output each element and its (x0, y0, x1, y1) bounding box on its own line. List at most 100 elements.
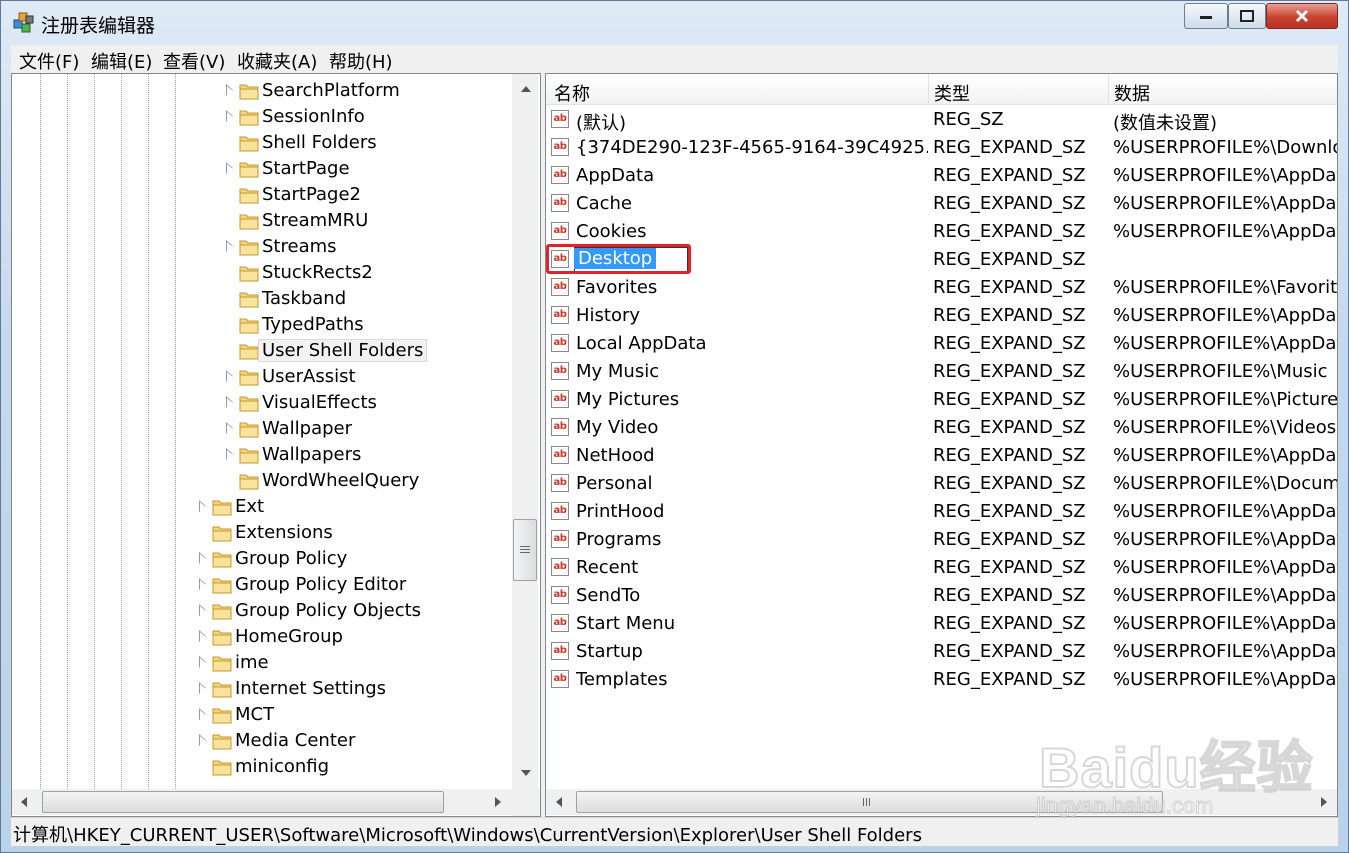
value-row[interactable]: ab Local AppData REG_EXPAND_SZ %USERPROFILE… (546, 330, 1337, 358)
menu-view[interactable]: 查看(V) (163, 48, 225, 74)
tree-node-label[interactable]: Shell Folders (262, 132, 377, 153)
menu-edit[interactable]: 编辑(E) (91, 48, 152, 74)
tree-node-label[interactable]: Taskband (262, 288, 346, 309)
tree-view[interactable]: SearchPlatform SessionInfo Shell Folders St… (12, 74, 512, 789)
tree-node[interactable]: StartPage (12, 156, 512, 182)
value-row[interactable]: ab My Music REG_EXPAND_SZ %USERPROFILE%\Mus… (546, 358, 1337, 386)
tree-node[interactable]: miniconfig (12, 754, 512, 780)
tree-node[interactable]: StuckRects2 (12, 260, 512, 286)
tree-node[interactable]: Extensions (12, 520, 512, 546)
value-row[interactable]: ab My Video REG_EXPAND_SZ %USERPROFILE%\Vid… (546, 414, 1337, 442)
list-horizontal-scroll-thumb[interactable] (576, 791, 1163, 813)
close-button[interactable] (1266, 3, 1338, 29)
tree-node[interactable]: HomeGroup (12, 624, 512, 650)
tree-node[interactable]: Internet Settings (12, 676, 512, 702)
tree-node-label[interactable]: Wallpaper (262, 418, 352, 439)
tree-node[interactable]: Group Policy (12, 546, 512, 572)
value-name[interactable]: Recent (576, 557, 928, 578)
tree-node[interactable]: WordWheelQuery (12, 468, 512, 494)
value-row[interactable]: ab Favorites REG_EXPAND_SZ %USERPROFILE%\Fa… (546, 274, 1337, 302)
tree-vertical-scrollbar[interactable] (512, 74, 538, 789)
value-name[interactable]: Personal (576, 473, 928, 494)
value-name[interactable]: Cache (576, 193, 928, 214)
registry-key-tree[interactable]: SearchPlatform SessionInfo Shell Folders St… (11, 73, 541, 817)
column-divider[interactable] (1108, 74, 1109, 104)
tree-node-label[interactable]: Wallpapers (262, 444, 361, 465)
value-row[interactable]: ab My Pictures REG_EXPAND_SZ %USERPROFILE%\… (546, 386, 1337, 414)
tree-node[interactable]: User Shell Folders (12, 338, 512, 364)
tree-node[interactable]: SessionInfo (12, 104, 512, 130)
tree-node-label[interactable]: UserAssist (262, 366, 356, 387)
value-row[interactable]: ab PrintHood REG_EXPAND_SZ %USERPROFILE%\Ap… (546, 498, 1337, 526)
tree-node[interactable]: Ext (12, 494, 512, 520)
tree-node-label[interactable]: Group Policy Objects (235, 600, 421, 621)
value-row[interactable]: ab Cache REG_EXPAND_SZ %USERPROFILE%\AppDat (546, 190, 1337, 218)
tree-node-label[interactable]: Group Policy (235, 548, 347, 569)
value-row[interactable]: ab History REG_EXPAND_SZ %USERPROFILE%\AppD… (546, 302, 1337, 330)
value-row[interactable]: ab Cookies REG_EXPAND_SZ %USERPROFILE%\AppD… (546, 218, 1337, 246)
tree-node[interactable]: StartPage2 (12, 182, 512, 208)
tree-node-label[interactable]: MCT (235, 704, 274, 725)
value-row[interactable]: ab {374DE290-123F-4565-9164-39C4925... REG… (546, 134, 1337, 162)
tree-node-label[interactable]: StreamMRU (262, 210, 368, 231)
tree-node[interactable]: ime (12, 650, 512, 676)
tree-node[interactable]: TypedPaths (12, 312, 512, 338)
value-name[interactable]: Cookies (576, 221, 928, 242)
value-row[interactable]: ab NetHood REG_EXPAND_SZ %USERPROFILE%\AppD… (546, 442, 1337, 470)
value-name[interactable]: History (576, 305, 928, 326)
tree-node[interactable]: Wallpapers (12, 442, 512, 468)
tree-node[interactable]: StreamMRU (12, 208, 512, 234)
list-horizontal-scrollbar[interactable] (546, 789, 1337, 815)
value-name[interactable]: Start Menu (576, 613, 928, 634)
tree-node-label[interactable]: StuckRects2 (262, 262, 373, 283)
tree-node-label[interactable]: Media Center (235, 730, 355, 751)
tree-node-label[interactable]: TypedPaths (262, 314, 364, 335)
value-name[interactable]: My Video (576, 417, 928, 438)
title-bar[interactable]: 注册表编辑器 (1, 1, 1348, 45)
scroll-left-arrow-icon[interactable] (21, 797, 27, 807)
tree-node-label[interactable]: Group Policy Editor (235, 574, 406, 595)
value-row[interactable]: ab Recent REG_EXPAND_SZ %USERPROFILE%\AppDa… (546, 554, 1337, 582)
value-name[interactable]: Templates (576, 669, 928, 690)
tree-node-label[interactable]: Internet Settings (235, 678, 386, 699)
tree-node-label[interactable]: User Shell Folders (258, 339, 428, 362)
value-row[interactable]: ab Programs REG_EXPAND_SZ %USERPROFILE%\App… (546, 526, 1337, 554)
value-name[interactable]: AppData (576, 165, 928, 186)
tree-node[interactable]: Taskband (12, 286, 512, 312)
tree-node[interactable]: Streams (12, 234, 512, 260)
tree-node[interactable]: Media Center (12, 728, 512, 754)
scroll-right-arrow-icon[interactable] (495, 797, 501, 807)
tree-node-label[interactable]: miniconfig (235, 756, 329, 777)
value-name[interactable]: My Music (576, 361, 928, 382)
value-row[interactable]: ab SendTo REG_EXPAND_SZ %USERPROFILE%\AppDa… (546, 582, 1337, 610)
value-name[interactable]: PrintHood (576, 501, 928, 522)
tree-node-label[interactable]: HomeGroup (235, 626, 343, 647)
tree-horizontal-scroll-thumb[interactable] (42, 791, 444, 813)
tree-node-label[interactable]: SearchPlatform (262, 80, 400, 101)
column-header-data[interactable]: 数据 (1114, 80, 1150, 106)
menu-file[interactable]: 文件(F) (19, 48, 79, 74)
tree-node-label[interactable]: SessionInfo (262, 106, 365, 127)
value-name[interactable]: (默认) (576, 109, 928, 135)
tree-node-label[interactable]: Extensions (235, 522, 333, 543)
value-row[interactable]: ab AppData REG_EXPAND_SZ %USERPROFILE%\AppD… (546, 162, 1337, 190)
scroll-right-arrow-icon[interactable] (1321, 797, 1327, 807)
maximize-button[interactable] (1228, 3, 1266, 29)
tree-node-label[interactable]: Streams (262, 236, 337, 257)
value-name[interactable]: {374DE290-123F-4565-9164-39C4925... (576, 137, 928, 158)
scroll-up-arrow-icon[interactable] (521, 86, 531, 92)
column-divider[interactable] (928, 74, 929, 104)
tree-horizontal-scrollbar[interactable] (12, 789, 512, 815)
tree-node[interactable]: Wallpaper (12, 416, 512, 442)
tree-vertical-scroll-thumb[interactable] (513, 519, 537, 581)
tree-node[interactable]: SearchPlatform (12, 78, 512, 104)
value-name[interactable]: Local AppData (576, 333, 928, 354)
value-name[interactable]: Startup (576, 641, 928, 662)
tree-node-label[interactable]: VisualEffects (262, 392, 377, 413)
value-row[interactable]: ab (默认) REG_SZ (数值未设置) (546, 106, 1337, 134)
menu-help[interactable]: 帮助(H) (329, 48, 393, 74)
value-row[interactable]: ab Start Menu REG_EXPAND_SZ %USERPROFILE%\A… (546, 610, 1337, 638)
registry-values-list[interactable]: 名称 类型 数据 ab (默认) REG_SZ (数值未设置) ab {374DE290-… (545, 73, 1338, 817)
tree-node[interactable]: Group Policy Editor (12, 572, 512, 598)
value-name[interactable]: NetHood (576, 445, 928, 466)
